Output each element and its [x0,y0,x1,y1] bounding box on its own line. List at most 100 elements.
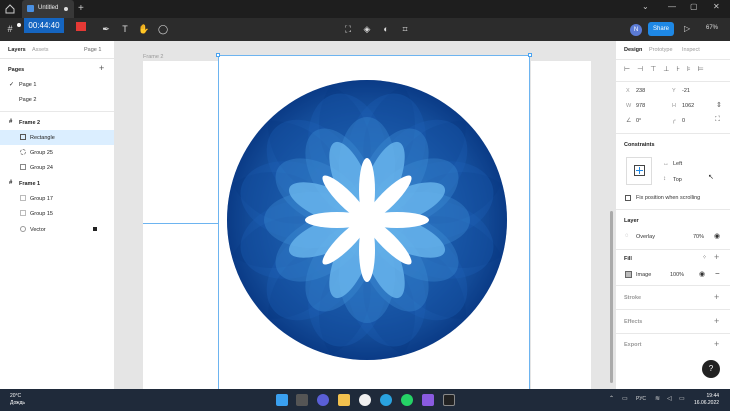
stop-recording-icon[interactable] [76,22,86,31]
layer-row[interactable]: Group 15 [0,206,114,221]
tab-prototype[interactable]: Prototype [649,47,673,53]
new-tab-button[interactable]: + [78,3,84,14]
corner-radius-icon: ╭ [672,118,676,124]
hand-tool-icon[interactable]: ✋ [138,23,150,35]
unsaved-dot-icon[interactable] [64,7,68,11]
image-fill-swatch[interactable] [625,271,632,278]
divider [616,285,730,286]
language-indicator[interactable]: РУС [636,396,646,402]
zoom-level[interactable]: 67% [706,25,718,31]
telegram-icon[interactable] [380,394,392,406]
add-page-button[interactable]: + [99,63,104,73]
file-tab[interactable]: Untitled [22,0,74,18]
main-menu-icon[interactable]: # [4,23,16,35]
user-avatar[interactable]: N [630,24,642,36]
constrain-proportions-icon[interactable]: ⇕ [716,101,722,109]
yandex-browser-icon[interactable] [359,394,371,406]
vertical-scrollbar[interactable] [610,211,613,383]
frame-artboard-right[interactable] [531,61,591,389]
remove-fill-icon[interactable]: − [715,269,720,278]
layer-row[interactable]: Vector [0,222,114,237]
tray-chevron-icon[interactable]: ⌃ [609,395,614,402]
layer-row[interactable]: Group 24 [0,160,114,175]
frame-2-artboard[interactable] [216,53,532,389]
tab-layers[interactable]: Layers [8,47,26,53]
chat-icon[interactable] [317,394,329,406]
figma-app-icon[interactable] [443,394,455,406]
page-selector[interactable]: Page 1 [84,47,101,53]
horizontal-constraint-select[interactable]: Left [673,161,682,167]
file-explorer-icon[interactable] [338,394,350,406]
crop-icon[interactable]: ⌗ [399,23,411,35]
fill-type-label[interactable]: Image [636,272,651,278]
image-icon [20,134,26,140]
add-export-icon[interactable]: + [714,339,719,349]
constraints-widget[interactable] [626,157,652,185]
layer-name: Vector [30,227,46,233]
crop-frame-icon[interactable]: ⛶ [342,23,354,35]
wifi-icon[interactable]: ≋ [655,395,660,402]
comment-tool-icon[interactable]: ◯ [157,23,169,35]
tray-app-icon[interactable]: ▭ [622,395,628,402]
fix-position-checkbox[interactable] [625,195,631,201]
close-button[interactable]: ✕ [713,2,720,11]
width-input[interactable]: 978 [636,103,645,109]
layer-row[interactable]: Group 25 [0,145,114,160]
add-fill-icon[interactable]: + [714,252,719,262]
layer-row[interactable]: # Frame 1 [0,176,114,191]
task-view-icon[interactable] [296,394,308,406]
minimize-button[interactable]: — [668,2,676,11]
recorder-app-icon[interactable] [422,394,434,406]
corner-radius-input[interactable]: 0 [682,118,685,124]
clock[interactable]: 19:44 16.06.2022 [694,393,719,407]
mandala-artwork[interactable] [219,56,531,389]
height-input[interactable]: 1062 [682,103,694,109]
more-chevron-icon[interactable]: ⌄ [642,2,649,11]
present-play-icon[interactable]: ▷ [684,24,690,33]
layer-opacity-input[interactable]: 70% [693,234,704,240]
vertical-constraint-select[interactable]: Top [673,177,682,183]
start-icon[interactable] [276,394,288,406]
left-panel-tabs: Layers Assets Page 1 [0,41,115,59]
home-icon[interactable] [5,4,15,14]
layer-row[interactable]: # Frame 2 [0,115,114,130]
lock-icon[interactable] [93,227,97,231]
tab-inspect[interactable]: Inspect [682,47,700,53]
y-input[interactable]: -21 [682,88,690,94]
rotation-input[interactable]: 0° [636,118,641,124]
x-input[interactable]: 238 [636,88,645,94]
figma-file-icon [27,5,34,12]
tab-design[interactable]: Design [624,47,642,53]
frame-label[interactable]: Frame 2 [143,54,163,60]
weather-widget[interactable]: 20°C Дождь [10,393,25,407]
pen-tool-icon[interactable]: ✒ [98,23,114,35]
restore-button[interactable]: ▢ [690,2,698,11]
page-label: Page 1 [19,82,37,88]
eye-icon[interactable]: ◉ [699,270,705,278]
layer-row[interactable]: Group 17 [0,191,114,206]
volume-icon[interactable]: ◁ [667,395,672,402]
canvas[interactable]: Frame 2 [115,41,615,389]
page-item[interactable]: Page 2 [0,92,114,107]
tab-assets[interactable]: Assets [32,47,49,53]
mask-icon[interactable]: ◐ [380,23,392,35]
eye-icon[interactable]: ◉ [714,232,720,240]
help-button[interactable]: ? [702,360,720,378]
frame-1-artboard[interactable] [143,61,218,389]
fill-opacity-input[interactable]: 100% [670,272,684,278]
blend-mode-select[interactable]: Overlay [636,234,655,240]
text-tool-icon[interactable]: T [119,23,131,35]
style-grid-icon[interactable]: ⁘ [702,254,707,261]
alignment-tools[interactable]: ⊢⊣⊤⊥⊦⊧⊨ [624,65,724,75]
independent-corners-icon[interactable]: ⛶ [715,116,720,124]
whatsapp-icon[interactable] [401,394,413,406]
battery-icon[interactable]: ▭ [679,395,685,402]
page-item[interactable]: ✓ Page 1 [0,77,114,92]
resize-handle[interactable] [528,53,532,57]
resize-handle[interactable] [216,53,220,57]
layer-row[interactable]: Rectangle [0,130,114,145]
component-icon[interactable]: ◈ [361,23,373,35]
share-button[interactable]: Share [648,22,674,36]
add-effect-icon[interactable]: + [714,316,719,326]
add-stroke-icon[interactable]: + [714,292,719,302]
